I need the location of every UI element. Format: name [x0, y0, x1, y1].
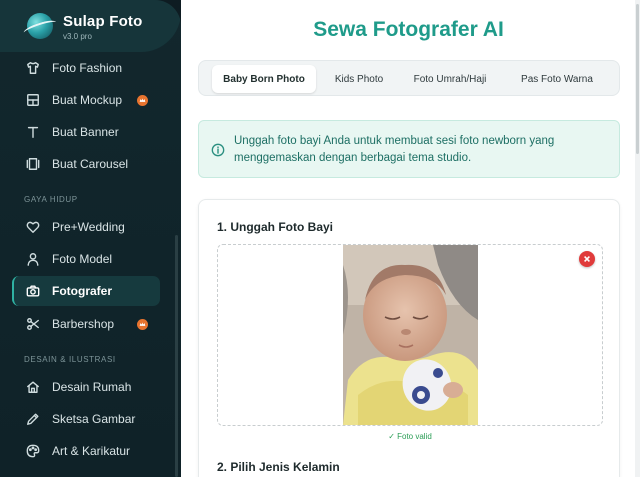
heart-icon	[26, 220, 40, 234]
photo-valid-status: ✓ Foto valid	[388, 432, 432, 441]
info-icon	[211, 143, 225, 157]
sidebar-item-buat-mockup[interactable]: Buat Mockup	[12, 85, 160, 115]
page-scrollbar-thumb[interactable]	[636, 4, 639, 154]
brand-header[interactable]: Sulap Foto v3.0 pro	[0, 0, 181, 52]
main-content: Sewa Fotografer AI Baby Born Photo Kids …	[181, 0, 640, 477]
sidebar-item-pre-wedding[interactable]: Pre+Wedding	[12, 212, 160, 242]
carousel-icon	[26, 157, 40, 171]
scissors-icon	[26, 317, 40, 331]
upload-heading: 1. Unggah Foto Bayi	[217, 220, 334, 234]
close-icon	[584, 256, 590, 262]
tab-bar: Baby Born Photo Kids Photo Foto Umrah/Ha…	[198, 60, 620, 96]
sidebar-item-sketsa-gambar[interactable]: Sketsa Gambar	[12, 404, 160, 434]
shirt-icon	[26, 61, 40, 75]
sidebar-item-label: Fotografer	[52, 284, 112, 298]
section-label-gaya-hidup: GAYA HIDUP	[24, 195, 78, 204]
remove-photo-button[interactable]	[579, 251, 595, 267]
sidebar-item-buat-carousel[interactable]: Buat Carousel	[12, 149, 160, 179]
camera-icon	[26, 284, 40, 298]
sidebar-item-label: Foto Fashion	[52, 61, 123, 75]
premium-crown-icon	[137, 95, 148, 106]
sidebar-item-label: Buat Mockup	[52, 93, 123, 107]
home-icon	[26, 380, 40, 394]
sidebar: Sulap Foto v3.0 pro Foto Fashion Buat Mo…	[0, 0, 181, 477]
sidebar-item-label: Desain Rumah	[52, 380, 132, 394]
sidebar-item-label: Buat Carousel	[52, 157, 129, 171]
page-title: Sewa Fotografer AI	[313, 18, 504, 41]
tab-foto-umrah-haji[interactable]: Foto Umrah/Haji	[402, 65, 498, 93]
baby-photo-image	[343, 245, 478, 425]
palette-icon	[26, 444, 40, 458]
sidebar-item-buat-banner[interactable]: Buat Banner	[12, 117, 160, 147]
sidebar-item-label: Barbershop	[52, 317, 115, 331]
premium-crown-icon	[137, 319, 148, 330]
info-text: Unggah foto bayi Anda untuk membuat sesi…	[234, 135, 555, 164]
sidebar-scrollbar[interactable]	[175, 235, 178, 477]
sidebar-item-label: Art & Karikatur	[52, 444, 131, 458]
section-label-desain-ilustrasi: DESAIN & ILUSTRASI	[24, 355, 116, 364]
brand-name: Sulap Foto	[63, 13, 143, 30]
sidebar-item-label: Foto Model	[52, 252, 113, 266]
tab-kids-photo[interactable]: Kids Photo	[322, 65, 396, 93]
sidebar-item-foto-fashion[interactable]: Foto Fashion	[12, 53, 160, 83]
sidebar-item-desain-rumah[interactable]: Desain Rumah	[12, 372, 160, 402]
tab-baby-born-photo[interactable]: Baby Born Photo	[212, 65, 316, 93]
sidebar-item-label: Buat Banner	[52, 125, 119, 139]
brand-version: v3.0 pro	[63, 32, 92, 41]
sidebar-item-art-karikatur[interactable]: Art & Karikatur	[12, 436, 160, 466]
sidebar-item-fotografer[interactable]: Fotografer	[12, 276, 160, 306]
uploaded-baby-photo	[343, 245, 478, 425]
photo-dropzone[interactable]	[217, 244, 603, 426]
sidebar-item-label: Pre+Wedding	[52, 220, 125, 234]
tab-pas-foto-warna[interactable]: Pas Foto Warna	[504, 65, 610, 93]
sidebar-item-barbershop[interactable]: Barbershop	[12, 309, 160, 339]
upload-card: 1. Unggah Foto Bayi ✓ Foto valid 2. Pili…	[198, 199, 620, 477]
pen-icon	[26, 412, 40, 426]
gender-heading: 2. Pilih Jenis Kelamin	[217, 460, 340, 474]
text-icon	[26, 125, 40, 139]
info-banner: Unggah foto bayi Anda untuk membuat sesi…	[198, 120, 620, 178]
mockup-icon	[26, 93, 40, 107]
sidebar-item-label: Sketsa Gambar	[52, 412, 136, 426]
logo-icon	[27, 13, 53, 39]
sidebar-item-foto-model[interactable]: Foto Model	[12, 244, 160, 274]
person-icon	[26, 252, 40, 266]
